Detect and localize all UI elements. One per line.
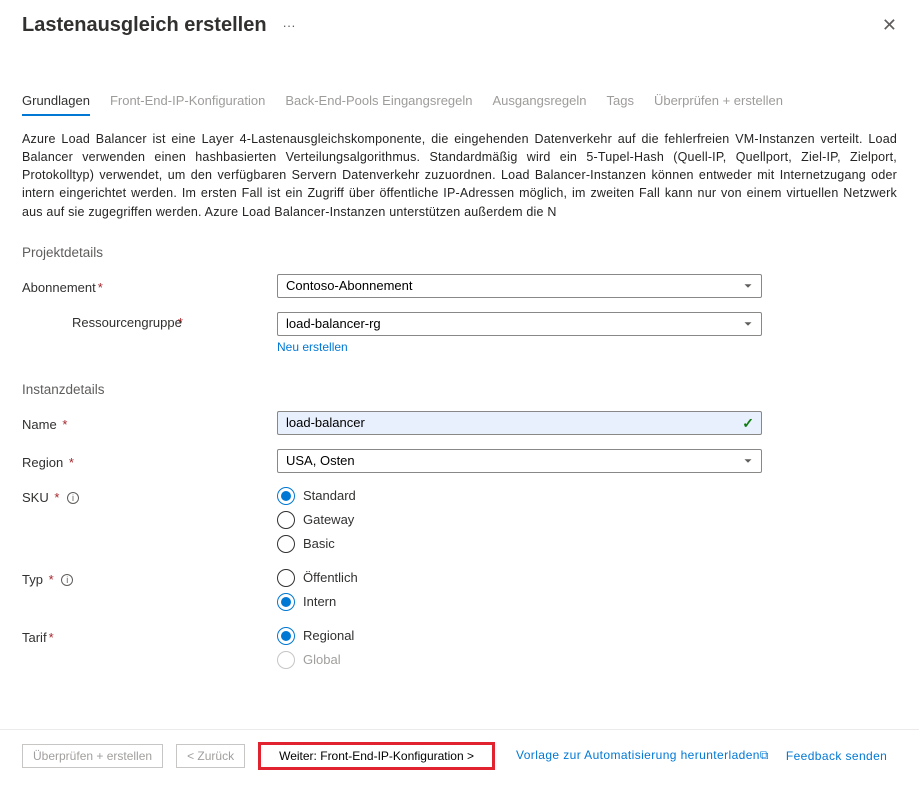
footer-bar: Überprüfen + erstellen < Zurück Weiter: … — [0, 729, 919, 780]
feedback-link[interactable]: Feedback senden — [786, 749, 887, 763]
resource-group-new-link[interactable]: Neu erstellen — [277, 340, 348, 354]
tab-review[interactable]: Überprüfen + erstellen — [654, 93, 783, 116]
radio-sku-basic[interactable]: Basic — [277, 535, 762, 553]
label-region: Region * — [22, 452, 277, 470]
tab-ausgangsregeln[interactable]: Ausgangsregeln — [493, 93, 587, 116]
region-select[interactable]: USA, Osten — [277, 449, 762, 473]
external-link-icon: ⧉ — [760, 748, 769, 763]
resource-group-select[interactable]: load-balancer-rg — [277, 312, 762, 336]
radio-tier-regional[interactable]: Regional — [277, 627, 762, 645]
tabs: Grundlagen Front-End-IP-Konfiguration Ba… — [22, 93, 897, 116]
radio-type-public[interactable]: Öffentlich — [277, 569, 762, 587]
label-type: Typ * i — [22, 569, 277, 587]
next-button[interactable]: Weiter: Front-End-IP-Konfiguration > — [258, 742, 495, 770]
command-bar-more-icon[interactable]: ··· — [283, 18, 296, 33]
label-tier: Tarif* — [22, 627, 277, 645]
description-text: Azure Load Balancer ist eine Layer 4-Las… — [22, 130, 897, 221]
back-button[interactable]: < Zurück — [176, 744, 245, 768]
radio-sku-standard[interactable]: Standard — [277, 487, 762, 505]
page-title: Lastenausgleich erstellen — [22, 14, 267, 37]
tab-backend-pools[interactable]: Back-End-Pools Eingangsregeln — [285, 93, 472, 116]
label-subscription: Abonnement* — [22, 277, 277, 295]
tab-grundlagen[interactable]: Grundlagen — [22, 93, 90, 116]
review-create-button[interactable]: Überprüfen + erstellen — [22, 744, 163, 768]
section-instance-details: Instanzdetails — [22, 382, 897, 397]
radio-type-internal[interactable]: Intern — [277, 593, 762, 611]
name-input[interactable] — [277, 411, 762, 435]
info-icon[interactable]: i — [67, 492, 79, 504]
download-template-link[interactable]: Vorlage zur Automatisierung herunterlade… — [516, 748, 773, 763]
close-icon[interactable]: ✕ — [882, 15, 897, 36]
label-name: Name * — [22, 414, 277, 432]
label-resource-group: Ressourcengruppe* — [22, 312, 277, 330]
subscription-select[interactable]: Contoso-Abonnement — [277, 274, 762, 298]
label-sku: SKU * i — [22, 487, 277, 505]
tab-tags[interactable]: Tags — [606, 93, 633, 116]
validation-check-icon: ✓ — [742, 415, 754, 432]
tab-frontend-ip[interactable]: Front-End-IP-Konfiguration — [110, 93, 265, 116]
radio-tier-global: Global — [277, 651, 762, 669]
info-icon[interactable]: i — [61, 574, 73, 586]
radio-sku-gateway[interactable]: Gateway — [277, 511, 762, 529]
section-project-details: Projektdetails — [22, 245, 897, 260]
